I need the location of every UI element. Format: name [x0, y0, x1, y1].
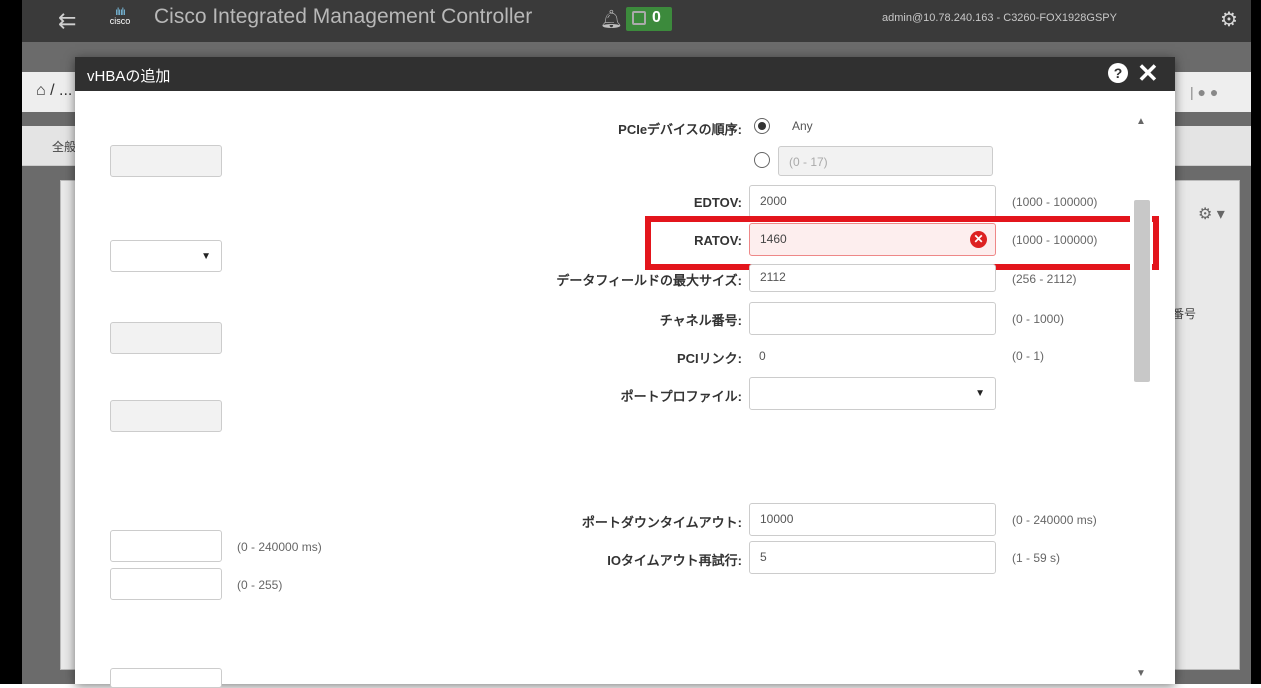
- left-field-2[interactable]: [110, 322, 222, 354]
- channel-number-label: チャネル番号:: [659, 313, 742, 328]
- help-icon[interactable]: ?: [1108, 63, 1128, 83]
- io-timeout-retry-input[interactable]: 5: [749, 541, 996, 574]
- left-black-border: [0, 0, 22, 684]
- gear-icon[interactable]: ⚙: [1220, 7, 1238, 32]
- pci-link-range: (0 - 1): [1012, 349, 1045, 363]
- left-range-2: (0 - 255): [237, 578, 283, 592]
- port-down-timeout-input[interactable]: 10000: [749, 503, 996, 536]
- dialog-header: vHBAの追加 ? ✕: [75, 57, 1175, 91]
- left-field-1[interactable]: [110, 145, 222, 177]
- edtov-label: EDTOV:: [693, 195, 742, 210]
- pcie-order-any-label: Any: [792, 119, 813, 133]
- alert-badge[interactable]: 0: [626, 7, 672, 31]
- edtov-input[interactable]: 2000: [749, 185, 996, 218]
- app-title: Cisco Integrated Management Controller: [154, 5, 533, 28]
- breadcrumb[interactable]: ⌂ / ...: [36, 82, 72, 100]
- pcie-order-any-radio[interactable]: [754, 118, 770, 134]
- max-data-field-range: (256 - 2112): [1012, 272, 1077, 286]
- io-timeout-retry-label: IOタイムアウト再試行:: [607, 553, 742, 568]
- user-info: admin@10.78.240.163 - C3260-FOX1928GSPY: [882, 12, 1117, 24]
- channel-number-range: (0 - 1000): [1012, 312, 1065, 326]
- table-settings-icon[interactable]: ⚙ ▾: [1198, 204, 1225, 224]
- left-select-1[interactable]: ▼: [110, 240, 222, 272]
- top-bar: ⇇ ılıılı cisco Cisco Integrated Manageme…: [22, 0, 1251, 42]
- scroll-down-icon[interactable]: ▼: [1136, 668, 1146, 679]
- pci-link-value: 0: [759, 349, 766, 363]
- channel-number-input[interactable]: [749, 302, 996, 335]
- dropdown-caret-icon: ▼: [975, 388, 985, 399]
- left-field-5[interactable]: [110, 568, 222, 600]
- ratov-highlight-box: [645, 216, 1159, 270]
- header-info-icons[interactable]: | ● ●: [1190, 84, 1218, 100]
- alert-count: 0: [652, 9, 661, 26]
- bell-icon[interactable]: 🔔︎: [600, 9, 623, 30]
- dropdown-caret-icon: ▼: [201, 251, 211, 262]
- max-data-field-label: データフィールドの最大サイズ:: [556, 273, 742, 288]
- dialog-scrollbar[interactable]: [1130, 110, 1152, 670]
- close-icon[interactable]: ✕: [1137, 58, 1159, 89]
- max-data-field-input[interactable]: 2112: [749, 264, 996, 292]
- screen: ⇇ ılıılı cisco Cisco Integrated Manageme…: [0, 0, 1261, 688]
- check-icon: [632, 11, 646, 25]
- collapse-nav-icon[interactable]: ⇇: [58, 8, 76, 34]
- scroll-up-icon[interactable]: ▲: [1136, 116, 1146, 127]
- left-select-2[interactable]: [110, 668, 222, 688]
- port-down-timeout-range: (0 - 240000 ms): [1012, 513, 1097, 527]
- right-black-border: [1251, 0, 1261, 684]
- column-header: 番号: [1172, 307, 1197, 321]
- io-timeout-retry-range: (1 - 59 s): [1012, 551, 1061, 565]
- pcie-order-input[interactable]: (0 - 17): [778, 146, 993, 176]
- left-field-4[interactable]: [110, 530, 222, 562]
- scrollbar-thumb[interactable]: [1134, 200, 1150, 382]
- pci-link-label: PCIリンク:: [676, 351, 742, 366]
- left-range-1: (0 - 240000 ms): [237, 540, 322, 554]
- port-down-timeout-label: ポートダウンタイムアウト:: [581, 515, 742, 530]
- pcie-order-label: PCIeデバイスの順序:: [618, 122, 742, 137]
- tab-general[interactable]: 全般: [52, 138, 76, 155]
- left-field-3[interactable]: [110, 400, 222, 432]
- edtov-range: (1000 - 100000): [1012, 195, 1098, 209]
- port-profile-label: ポートプロファイル:: [620, 389, 742, 404]
- pcie-order-custom-radio[interactable]: [754, 152, 770, 168]
- dialog-title: vHBAの追加: [87, 68, 171, 85]
- port-profile-select[interactable]: ▼: [749, 377, 996, 410]
- cisco-logo: ılıılı cisco: [109, 7, 131, 26]
